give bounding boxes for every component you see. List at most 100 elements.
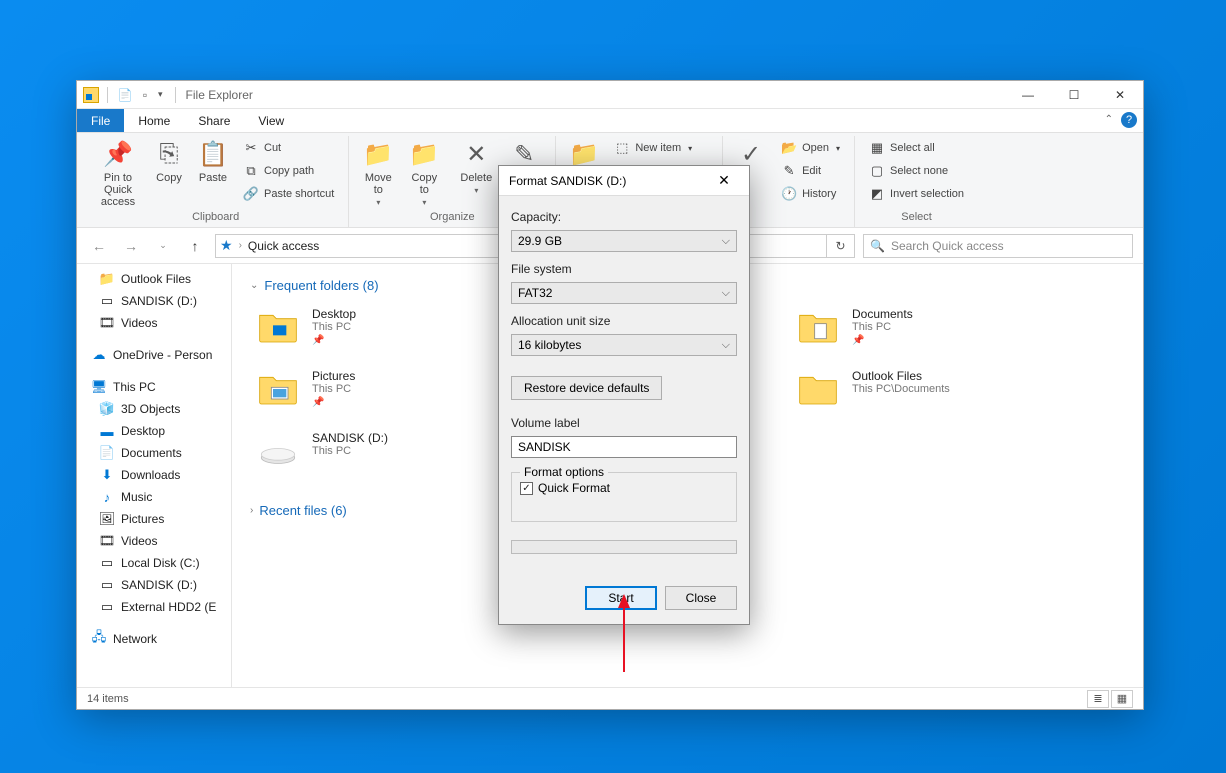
invert-selection-button[interactable]: ◩Invert selection bbox=[865, 184, 968, 204]
close-button[interactable]: ✕ bbox=[1097, 81, 1143, 109]
dialog-titlebar: Format SANDISK (D:) ✕ bbox=[499, 166, 749, 196]
cloud-icon: ☁ bbox=[91, 347, 107, 363]
open-button[interactable]: 📂Open ▾ bbox=[777, 138, 844, 158]
sidebar-item-videos[interactable]: 🎞Videos bbox=[77, 312, 231, 334]
sidebar: 📁Outlook Files ▭SANDISK (D:) 🎞Videos ☁On… bbox=[77, 264, 232, 687]
copy-icon: ⎘ bbox=[153, 138, 185, 170]
sidebar-item-localdisk[interactable]: ▭Local Disk (C:) bbox=[77, 552, 231, 574]
pin-icon: 📌 bbox=[312, 397, 355, 408]
pin-label: Pin to Quick access bbox=[95, 172, 141, 208]
folder-icon: 📁 bbox=[99, 271, 115, 287]
paste-shortcut-button[interactable]: 🔗Paste shortcut bbox=[239, 184, 338, 204]
close-button-dialog[interactable]: Close bbox=[665, 586, 737, 610]
maximize-button[interactable]: ☐ bbox=[1051, 81, 1097, 109]
search-input[interactable]: 🔍 Search Quick access bbox=[863, 234, 1133, 258]
documents-icon: 📄 bbox=[99, 445, 115, 461]
tab-share[interactable]: Share bbox=[184, 109, 244, 132]
hdd-icon: ▭ bbox=[99, 577, 115, 593]
collapse-ribbon-icon[interactable]: ⌃ bbox=[1105, 114, 1113, 125]
move-to-icon: 📁 bbox=[362, 138, 394, 170]
hdd-icon: ▭ bbox=[99, 555, 115, 571]
edit-icon: ✎ bbox=[781, 163, 797, 179]
sidebar-onedrive[interactable]: ☁OneDrive - Person bbox=[77, 344, 231, 366]
view-details-button[interactable]: ≣ bbox=[1087, 690, 1109, 708]
start-button[interactable]: Start bbox=[585, 586, 657, 610]
sidebar-item-music[interactable]: ♪Music bbox=[77, 486, 231, 508]
sidebar-item-downloads[interactable]: ⬇Downloads bbox=[77, 464, 231, 486]
tab-home[interactable]: Home bbox=[124, 109, 184, 132]
sidebar-item-pictures[interactable]: 🖼Pictures bbox=[77, 508, 231, 530]
sidebar-item-outlook[interactable]: 📁Outlook Files bbox=[77, 268, 231, 290]
minimize-button[interactable]: — bbox=[1005, 81, 1051, 109]
dialog-title: Format SANDISK (D:) bbox=[509, 174, 626, 188]
videos-icon: 🎞 bbox=[99, 533, 115, 549]
cut-icon: ✂ bbox=[243, 140, 259, 156]
restore-defaults-button[interactable]: Restore device defaults bbox=[511, 376, 662, 400]
window-title: File Explorer bbox=[186, 88, 253, 102]
folder-outlook[interactable]: Outlook FilesThis PC\Documents bbox=[790, 365, 1010, 413]
sidebar-item-sandisk[interactable]: ▭SANDISK (D:) bbox=[77, 290, 231, 312]
pin-icon: 📌 bbox=[312, 335, 356, 346]
move-to-button[interactable]: 📁 Move to ▾ bbox=[355, 136, 401, 211]
folder-desktop[interactable]: DesktopThis PC📌 bbox=[250, 303, 470, 351]
format-progress-bar bbox=[511, 540, 737, 554]
copy-label: Copy bbox=[156, 172, 182, 184]
capacity-select[interactable]: 29.9 GB bbox=[511, 230, 737, 252]
help-icon[interactable]: ? bbox=[1121, 112, 1137, 128]
allocation-select[interactable]: 16 kilobytes bbox=[511, 334, 737, 356]
sidebar-this-pc[interactable]: 🖥This PC bbox=[77, 376, 231, 398]
tab-file[interactable]: File bbox=[77, 109, 124, 132]
new-item-icon: ⬚ bbox=[614, 140, 630, 156]
view-large-button[interactable]: ▦ bbox=[1111, 690, 1133, 708]
menu-tabs: File Home Share View ⌃ ? bbox=[77, 109, 1143, 133]
qat-properties-icon[interactable]: 📄 bbox=[116, 86, 134, 104]
folder-documents[interactable]: DocumentsThis PC📌 bbox=[790, 303, 1010, 351]
filesystem-label: File system bbox=[511, 262, 737, 276]
sidebar-network[interactable]: 🖧Network bbox=[77, 628, 231, 650]
sidebar-item-videos2[interactable]: 🎞Videos bbox=[77, 530, 231, 552]
copy-path-icon: ⧉ bbox=[243, 163, 259, 179]
cut-button[interactable]: ✂Cut bbox=[239, 138, 338, 158]
pin-icon: 📌 bbox=[102, 138, 134, 170]
volume-label-input[interactable]: SANDISK bbox=[511, 436, 737, 458]
copy-to-button[interactable]: 📁 Copy to ▾ bbox=[401, 136, 447, 211]
new-item-button[interactable]: ⬚New item ▾ bbox=[610, 138, 712, 158]
refresh-button[interactable]: ↻ bbox=[827, 234, 855, 258]
nav-recent-button[interactable]: ⌄ bbox=[151, 234, 175, 258]
copy-path-button[interactable]: ⧉Copy path bbox=[239, 161, 338, 181]
pictures-icon: 🖼 bbox=[99, 511, 115, 527]
tab-view[interactable]: View bbox=[244, 109, 298, 132]
checkbox-checked-icon: ✓ bbox=[520, 482, 533, 495]
volume-label-label: Volume label bbox=[511, 416, 737, 430]
edit-button[interactable]: ✎Edit bbox=[777, 161, 844, 181]
breadcrumb[interactable]: Quick access bbox=[248, 239, 319, 253]
folder-pictures[interactable]: PicturesThis PC📌 bbox=[250, 365, 470, 413]
quick-format-checkbox[interactable]: ✓ Quick Format bbox=[520, 481, 728, 495]
filesystem-select[interactable]: FAT32 bbox=[511, 282, 737, 304]
nav-back-button[interactable]: ← bbox=[87, 234, 111, 258]
history-icon: 🕐 bbox=[781, 186, 797, 202]
select-all-button[interactable]: ▦Select all bbox=[865, 138, 968, 158]
paste-button[interactable]: 📋 Paste bbox=[191, 136, 235, 211]
music-icon: ♪ bbox=[99, 489, 115, 505]
select-none-button[interactable]: ▢Select none bbox=[865, 161, 968, 181]
qat-newfolder-icon[interactable]: ▫ bbox=[136, 86, 154, 104]
folder-icon bbox=[794, 369, 842, 409]
copy-button[interactable]: ⎘ Copy bbox=[147, 136, 191, 211]
folder-icon bbox=[254, 307, 302, 347]
delete-button[interactable]: ✕ Delete ▾ bbox=[453, 136, 499, 211]
history-button[interactable]: 🕐History bbox=[777, 184, 844, 204]
capacity-label: Capacity: bbox=[511, 210, 737, 224]
sidebar-item-documents[interactable]: 📄Documents bbox=[77, 442, 231, 464]
sidebar-item-3d[interactable]: 🧊3D Objects bbox=[77, 398, 231, 420]
drive-icon: ▭ bbox=[99, 293, 115, 309]
nav-up-button[interactable]: ↑ bbox=[183, 234, 207, 258]
sidebar-item-desktop[interactable]: ▬Desktop bbox=[77, 420, 231, 442]
sidebar-item-external[interactable]: ▭External HDD2 (E bbox=[77, 596, 231, 618]
nav-forward-button[interactable]: → bbox=[119, 234, 143, 258]
folder-sandisk[interactable]: SANDISK (D:)This PC bbox=[250, 427, 470, 475]
pin-quick-access-button[interactable]: 📌 Pin to Quick access bbox=[89, 136, 147, 211]
dialog-close-button[interactable]: ✕ bbox=[709, 166, 739, 196]
qat-customize-icon[interactable]: ▾ bbox=[158, 89, 163, 100]
sidebar-item-sandisk2[interactable]: ▭SANDISK (D:) bbox=[77, 574, 231, 596]
